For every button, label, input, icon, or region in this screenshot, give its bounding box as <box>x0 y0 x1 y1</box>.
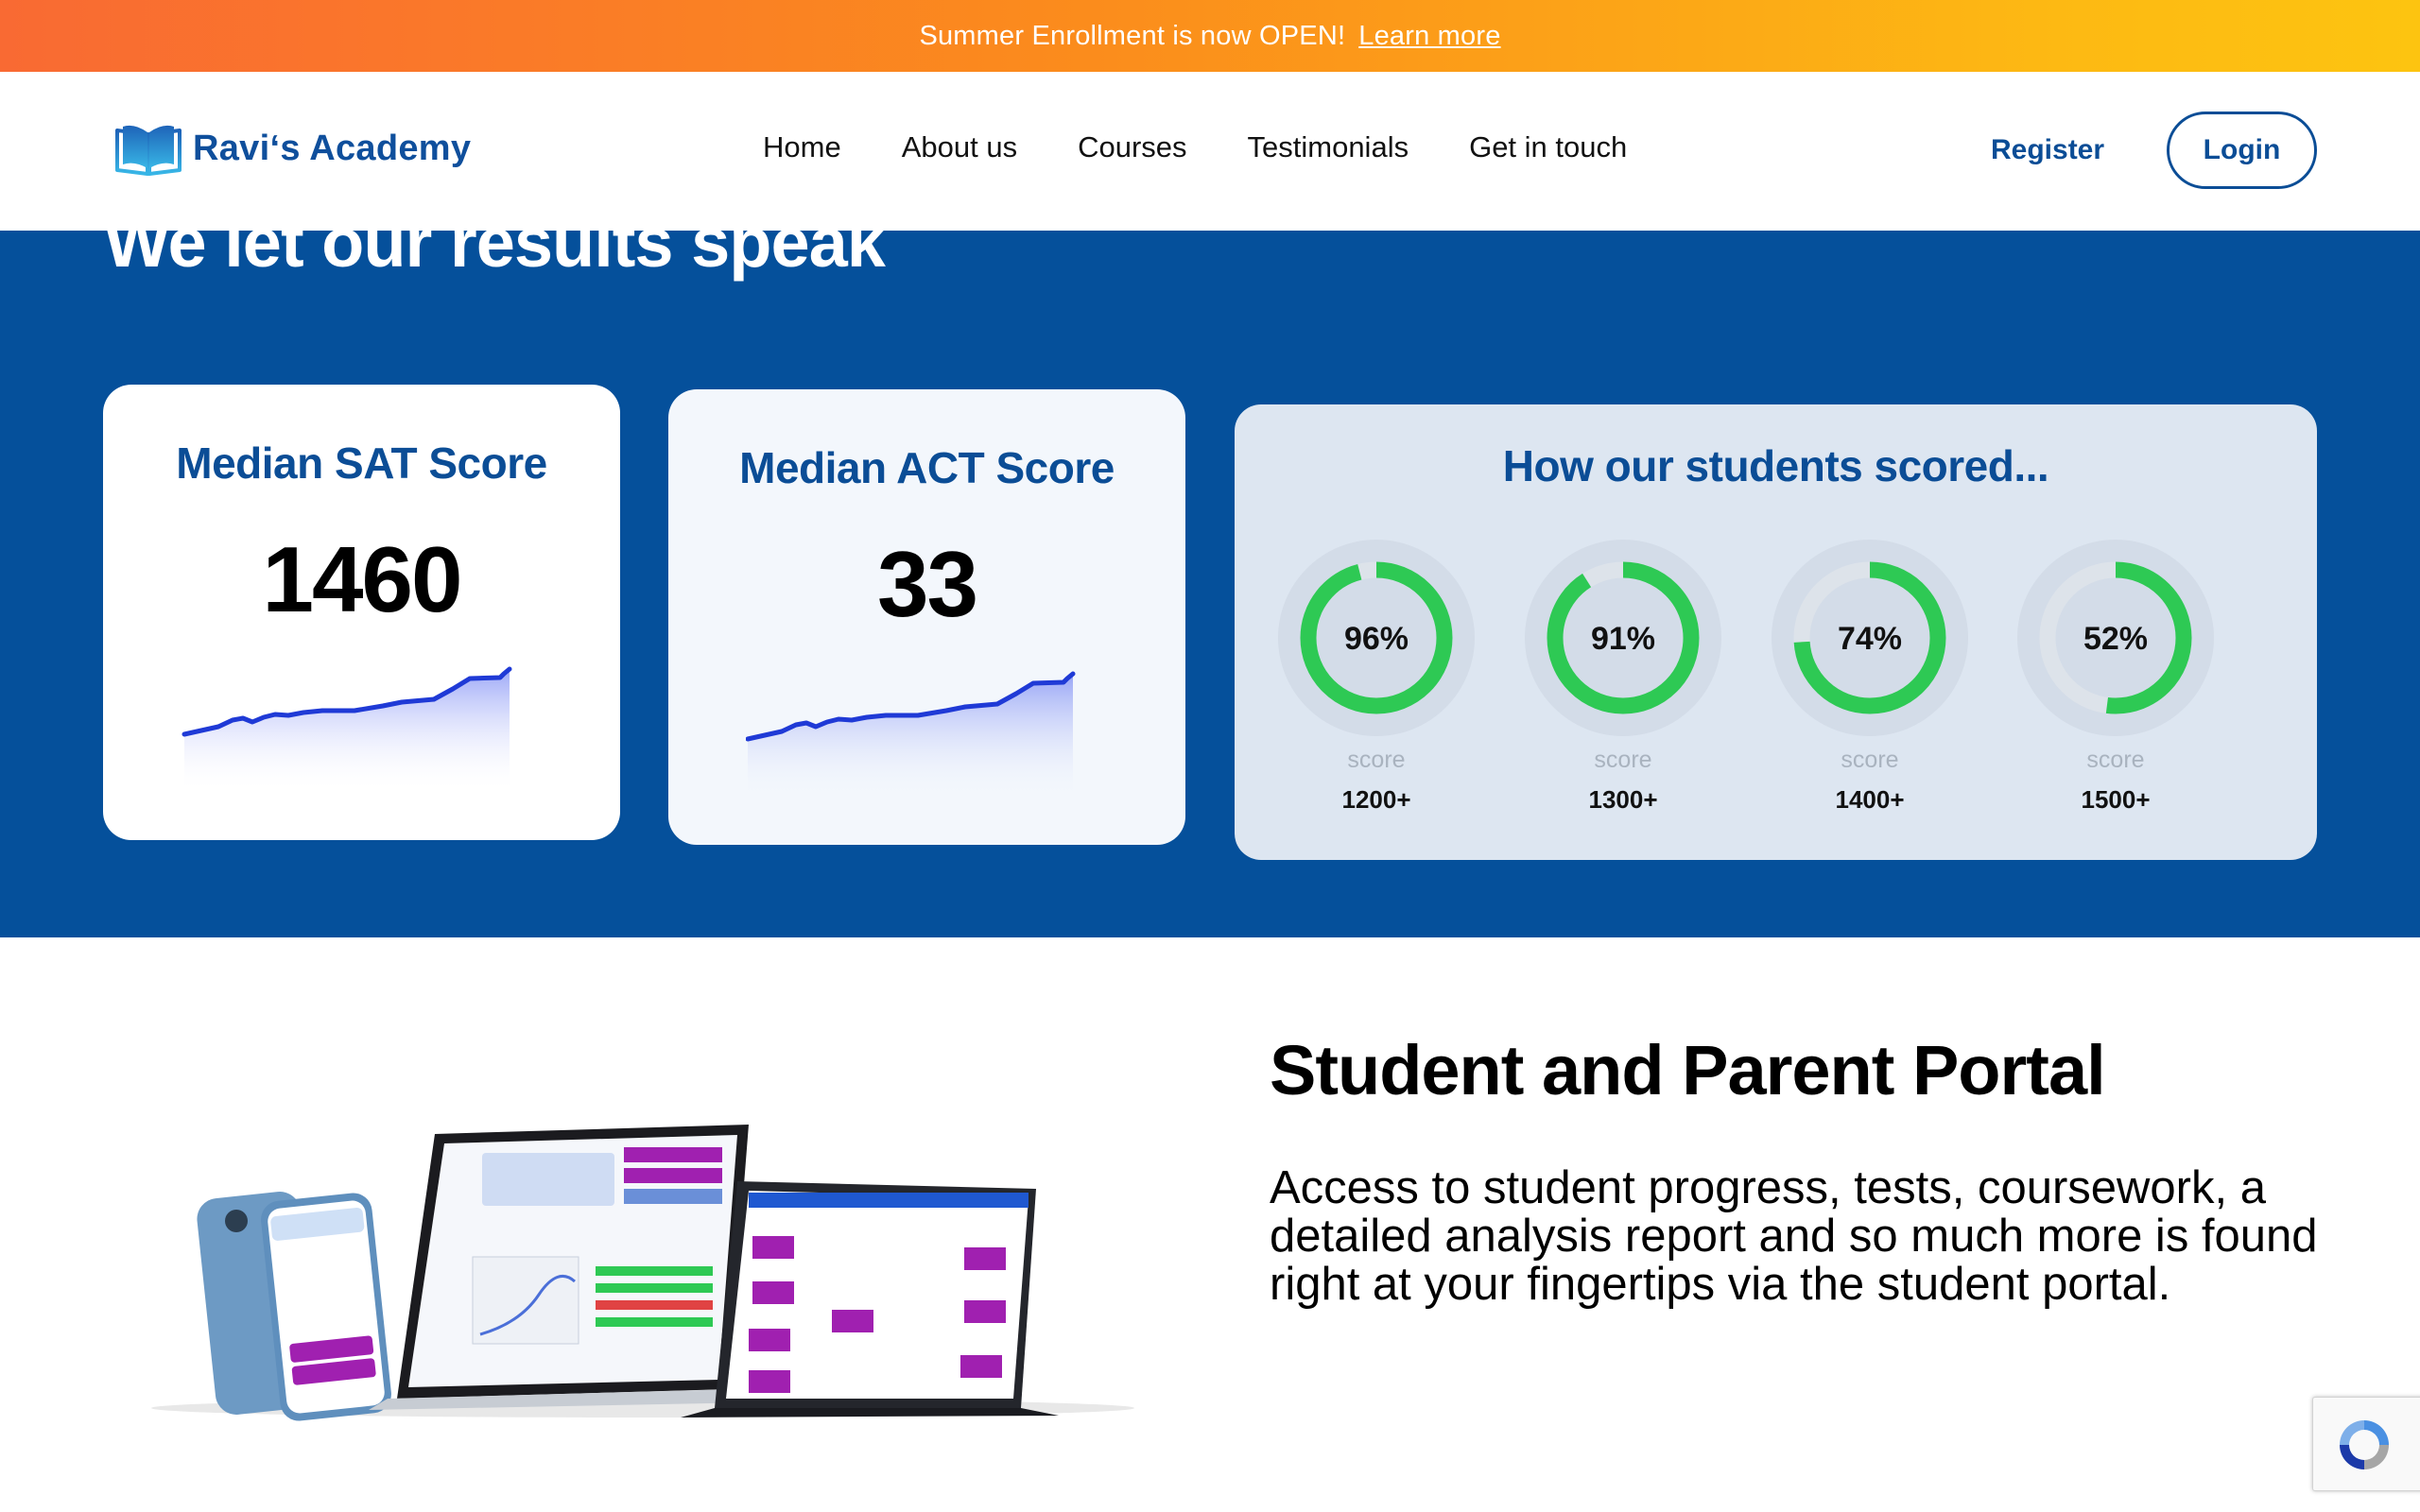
percent-label: 52% <box>2083 621 2148 657</box>
ring-range: 1200+ <box>1341 785 1411 814</box>
score-distribution-card: How our students scored... 96% score 120… <box>1235 404 2317 860</box>
distribution-title: How our students scored... <box>1502 441 2049 490</box>
portal-title: Student and Parent Portal <box>1270 1031 2106 1109</box>
ring-caption: score <box>1841 747 1899 773</box>
portal-description: Access to student progress, tests, cours… <box>1270 1162 2318 1310</box>
main-nav: Home About us Courses Testimonials Get i… <box>763 130 1627 164</box>
sat-card-title: Median SAT Score <box>176 438 547 488</box>
act-score-card: Median ACT Score 33 <box>668 389 1185 845</box>
score-ring-1300: 91% score 1300+ <box>1524 539 1722 815</box>
percent-label: 74% <box>1838 621 1902 657</box>
announcement-text: Summer Enrollment is now OPEN! <box>919 20 1346 51</box>
nav-home[interactable]: Home <box>763 130 841 164</box>
ring-range: 1500+ <box>2081 785 2151 814</box>
score-ring-1500: 52% score 1500+ <box>2016 539 2215 815</box>
recaptcha-badge[interactable] <box>2312 1397 2420 1491</box>
ring-caption: score <box>1594 747 1652 773</box>
progress-ring: 52% <box>2017 540 2214 736</box>
nav-courses[interactable]: Courses <box>1078 130 1186 164</box>
sat-median-value: 1460 <box>262 527 462 631</box>
login-button[interactable]: Login <box>2167 112 2317 189</box>
nav-get-in-touch[interactable]: Get in touch <box>1469 130 1627 164</box>
progress-ring: 96% <box>1278 540 1475 736</box>
ring-range: 1400+ <box>1835 785 1905 814</box>
nav-testimonials[interactable]: Testimonials <box>1248 130 1409 164</box>
results-section: We let our results speak Median SAT Scor… <box>0 231 2420 937</box>
results-heading: We let our results speak <box>104 231 886 282</box>
announcement-bar: Summer Enrollment is now OPEN! Learn mor… <box>0 0 2420 72</box>
sat-score-card: Median SAT Score 1460 <box>103 385 620 840</box>
site-header: Ravi‘s Academy Home About us Courses Tes… <box>0 72 2420 231</box>
ring-caption: score <box>1347 747 1406 773</box>
sat-trend-sparkline <box>182 666 512 793</box>
portal-devices-illustration <box>151 1125 1134 1421</box>
logo[interactable]: Ravi‘s Academy <box>113 121 471 176</box>
act-trend-sparkline <box>746 671 1076 798</box>
act-median-value: 33 <box>876 532 978 636</box>
recaptcha-icon <box>2340 1420 2389 1469</box>
act-card-title: Median ACT Score <box>739 443 1115 492</box>
ring-range: 1300+ <box>1588 785 1658 814</box>
progress-ring: 91% <box>1525 540 1721 736</box>
score-ring-1400: 74% score 1400+ <box>1771 539 1969 815</box>
progress-ring: 74% <box>1772 540 1968 736</box>
learn-more-link[interactable]: Learn more <box>1358 21 1500 52</box>
percent-label: 96% <box>1344 621 1409 657</box>
nav-about-us[interactable]: About us <box>902 130 1017 164</box>
percent-label: 91% <box>1591 621 1655 657</box>
book-icon <box>115 125 182 176</box>
score-ring-1200: 96% score 1200+ <box>1277 539 1476 815</box>
ring-caption: score <box>2086 747 2145 773</box>
brand-name: Ravi‘s Academy <box>193 128 472 168</box>
register-link[interactable]: Register <box>1991 134 2104 166</box>
